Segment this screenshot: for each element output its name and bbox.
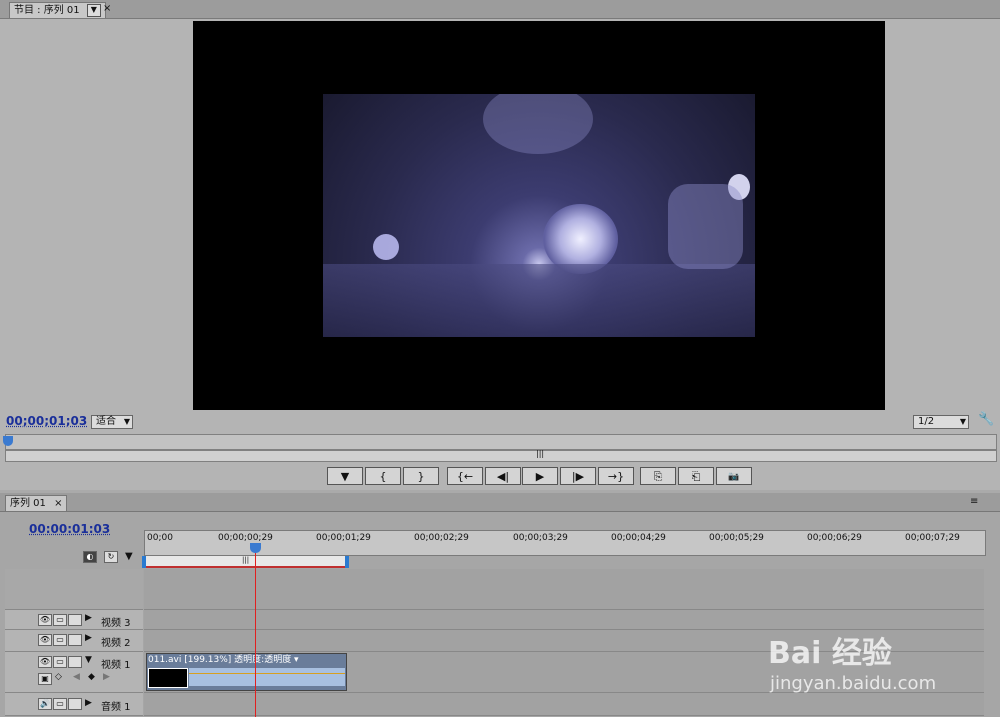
tab-program[interactable]: 节目 : 序列 01 ▼ (9, 2, 106, 18)
snap-icon[interactable]: ◐ (83, 551, 97, 563)
lock-icon[interactable]: ▭ (53, 614, 67, 626)
prev-keyframe-icon[interactable]: ◀ (73, 672, 80, 682)
step-back-button[interactable]: ◀| (485, 467, 521, 485)
speaker-icon[interactable]: 🔊 (38, 698, 52, 710)
mark-in-button[interactable]: { (365, 467, 401, 485)
track-label: 视频 3 (101, 618, 131, 629)
lock-icon[interactable]: ▭ (53, 656, 67, 668)
lift-button[interactable]: ⎘ (640, 467, 676, 485)
tab-sequence-label: 序列 01 (10, 498, 46, 509)
playhead-marker-icon[interactable] (250, 543, 261, 553)
ruler-tick-label: 00;00;00;29 (218, 533, 273, 543)
lock-icon[interactable]: ▭ (53, 634, 67, 646)
video-clip[interactable]: 011.avi [199.13%] 透明度:透明度 ▾ (146, 653, 347, 691)
work-area-grip[interactable]: ||| (242, 556, 249, 564)
track-header-video-3: 👁 ▭ ▶ 视频 3 (5, 610, 143, 630)
add-marker-button[interactable]: ▼ (327, 467, 363, 485)
ruler-tick-label: 00;00;07;29 (905, 533, 960, 543)
track-label: 视频 2 (101, 638, 131, 649)
baidu-watermark-logo: Bai 经验 (768, 636, 892, 671)
chevron-right-icon[interactable]: ▶ (85, 698, 92, 708)
ruler-tick-label: 00;00;06;29 (807, 533, 862, 543)
tab-program-label: 节目 : 序列 01 (14, 5, 80, 16)
resolution-select-value: 1/2 (918, 416, 935, 427)
add-keyframe-icon[interactable]: ◆ (88, 672, 95, 682)
work-area-bar[interactable]: ||| (144, 556, 348, 568)
work-area-end-handle[interactable] (345, 556, 349, 568)
zoom-select-value: 适合 (96, 416, 116, 427)
program-timecode[interactable]: 00;00;01;03 (6, 414, 87, 428)
video-frame-image (323, 94, 755, 337)
resolution-select[interactable]: 1/2 ▼ (913, 415, 969, 429)
chevron-down-icon[interactable]: ▼ (85, 655, 92, 665)
close-icon[interactable]: × (103, 3, 111, 14)
program-time-ruler[interactable] (5, 434, 997, 450)
sync-lock-icon[interactable] (68, 698, 82, 710)
clip-title: 011.avi [199.13%] 透明度:透明度 ▾ (148, 655, 299, 665)
track-header-empty (5, 569, 143, 610)
eye-icon[interactable]: 👁 (38, 614, 52, 626)
tab-sequence-01[interactable]: 序列 01 × (5, 495, 68, 511)
wrench-icon[interactable]: 🔧 (978, 412, 994, 427)
playhead-marker-icon[interactable] (3, 436, 13, 446)
display-style-icon[interactable]: ▣ (38, 673, 52, 685)
go-to-out-button[interactable]: →} (598, 467, 634, 485)
play-button[interactable]: ▶ (522, 467, 558, 485)
timeline-tabbar: 序列 01 × ≡ (0, 493, 1000, 512)
program-zoom-scrollbar[interactable]: ||| (5, 449, 997, 462)
panel-menu-icon[interactable]: ≡ (970, 496, 978, 507)
track-header-video-1: 👁 ▭ ▼ 视频 1 ▣ ◇ ◀ ◆ ▶ (5, 652, 143, 693)
timeline-playhead-line[interactable] (255, 544, 256, 717)
track-header-video-2: 👁 ▭ ▶ 视频 2 (5, 630, 143, 652)
chevron-down-icon: ▼ (123, 417, 130, 426)
clip-thumbnail (148, 668, 188, 688)
sync-lock-icon[interactable] (68, 656, 82, 668)
timeline-timecode[interactable]: 00:00:01:03 (29, 522, 110, 536)
keyframe-toggle-icon[interactable]: ◇ (55, 672, 62, 682)
track-lane-empty (144, 569, 984, 610)
eye-icon[interactable]: 👁 (38, 656, 52, 668)
track-header-audio-1: 🔊 ▭ ▶ 音频 1 (5, 693, 143, 716)
sync-lock-icon[interactable] (68, 634, 82, 646)
go-to-in-button[interactable]: {← (447, 467, 483, 485)
ruler-tick-label: 00;00;03;29 (513, 533, 568, 543)
ruler-tick-label: 00;00;04;29 (611, 533, 666, 543)
extract-button[interactable]: ⎗ (678, 467, 714, 485)
export-frame-button[interactable]: 📷 (716, 467, 752, 485)
step-forward-button[interactable]: |▶ (560, 467, 596, 485)
track-label: 音频 1 (101, 702, 131, 713)
track-lane-audio-1[interactable] (144, 693, 984, 716)
close-icon[interactable]: × (54, 498, 62, 509)
mark-out-button[interactable]: } (403, 467, 439, 485)
sync-lock-icon[interactable] (68, 614, 82, 626)
baidu-watermark-url: jingyan.baidu.com (770, 673, 937, 694)
chevron-right-icon[interactable]: ▶ (85, 613, 92, 623)
ruler-tick-label: 00;00;01;29 (316, 533, 371, 543)
next-keyframe-icon[interactable]: ▶ (103, 672, 110, 682)
chevron-down-icon: ▼ (959, 417, 966, 426)
ruler-tick-label: 00;00;02;29 (414, 533, 469, 543)
chevron-down-icon[interactable]: ▼ (86, 3, 101, 17)
chevron-right-icon[interactable]: ▶ (85, 633, 92, 643)
ruler-tick-label: 00;00;05;29 (709, 533, 764, 543)
ruler-tick-label: 00;00 (147, 533, 173, 543)
lock-icon[interactable]: ▭ (53, 698, 67, 710)
opacity-rubberband[interactable] (189, 673, 345, 674)
clip-opacity-band (189, 668, 345, 686)
scroll-grip[interactable]: ||| (536, 449, 544, 458)
track-label: 视频 1 (101, 660, 131, 671)
marker-icon[interactable]: ▼ (125, 551, 133, 562)
track-lane-video-3[interactable] (144, 610, 984, 630)
eye-icon[interactable]: 👁 (38, 634, 52, 646)
work-area-start-handle[interactable] (142, 556, 146, 568)
set-encore-marker-icon[interactable]: ↻ (104, 551, 118, 563)
program-tabbar: 节目 : 序列 01 ▼ × (0, 0, 1000, 19)
timeline-time-ruler[interactable]: 00;00 00;00;00;29 00;00;01;29 00;00;02;2… (144, 530, 986, 556)
zoom-select[interactable]: 适合 ▼ (91, 415, 133, 429)
